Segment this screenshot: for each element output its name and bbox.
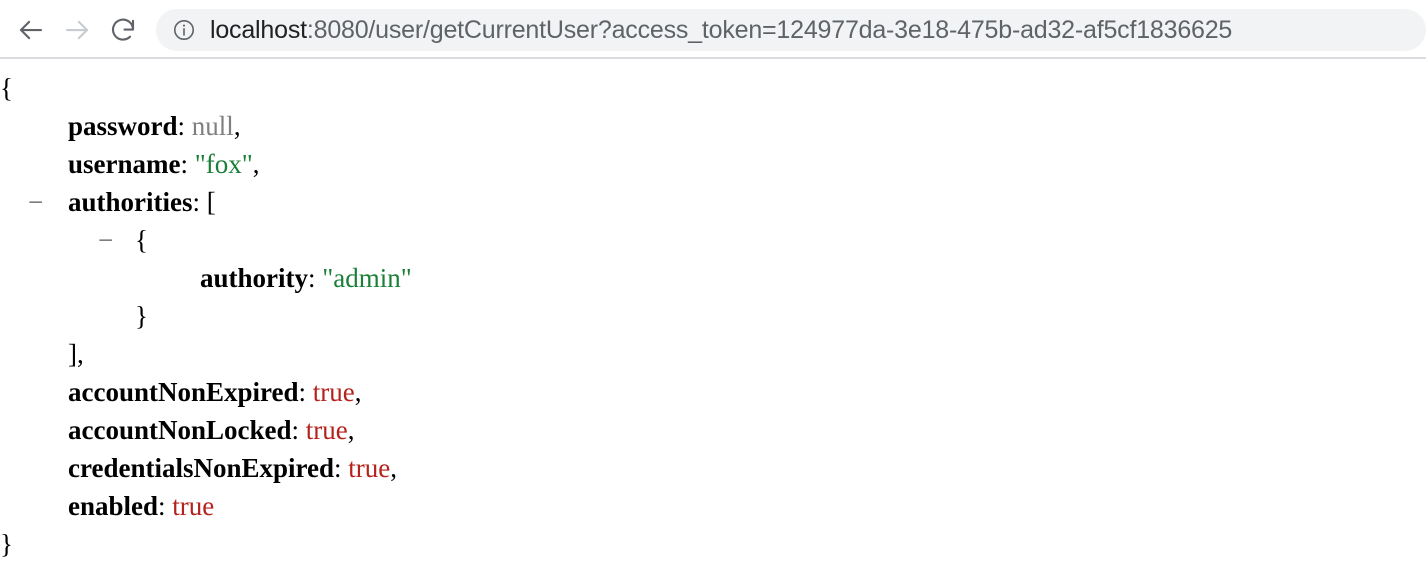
json-line: −{ xyxy=(0,221,1426,259)
json-collapse-toggle-icon[interactable]: − xyxy=(98,221,113,259)
json-line-content: } xyxy=(0,525,13,563)
site-info-icon[interactable] xyxy=(172,18,196,42)
json-punctuation: , xyxy=(347,415,355,445)
reload-icon xyxy=(108,15,138,45)
json-brace: } xyxy=(0,529,13,559)
json-punctuation: , xyxy=(77,339,84,369)
json-key: authority xyxy=(200,263,308,293)
json-punctuation: , xyxy=(390,453,398,483)
json-key: accountNonExpired xyxy=(68,377,299,407)
json-brace: ] xyxy=(68,339,77,369)
json-brace: } xyxy=(135,301,148,331)
json-punctuation: : xyxy=(298,377,313,407)
json-brace: [ xyxy=(206,187,216,217)
arrow-right-icon xyxy=(62,15,92,45)
json-line-content: credentialsNonExpired: true, xyxy=(68,449,397,487)
json-line: password: null, xyxy=(0,107,1426,145)
forward-button[interactable] xyxy=(54,7,100,53)
json-brace: { xyxy=(0,73,13,103)
json-boolean-value: true xyxy=(172,491,215,521)
json-key: password xyxy=(68,111,178,141)
json-line-content: { xyxy=(135,221,148,259)
json-response-viewer: {password: null, username: "fox", − authori… xyxy=(0,59,1426,563)
json-key: accountNonLocked xyxy=(68,415,292,445)
json-line-content: authority: "admin" xyxy=(200,259,412,297)
arrow-left-icon xyxy=(16,15,46,45)
json-punctuation: , xyxy=(252,149,260,179)
json-line-content: accountNonLocked: true, xyxy=(68,411,355,449)
json-string-value: "fox" xyxy=(194,149,253,179)
json-punctuation: : xyxy=(177,111,192,141)
json-punctuation: : xyxy=(180,149,195,179)
reload-button[interactable] xyxy=(100,7,146,53)
json-key: enabled xyxy=(68,491,159,521)
json-line-content: accountNonExpired: true, xyxy=(68,373,362,411)
address-bar-url: localhost:8080/user/getCurrentUser?acces… xyxy=(210,9,1232,51)
json-line: − authorities: [ xyxy=(0,183,1426,221)
json-line-content: } xyxy=(135,297,148,335)
json-punctuation: , xyxy=(354,377,362,407)
json-line: accountNonExpired: true, xyxy=(0,373,1426,411)
json-collapse-toggle-icon[interactable]: − xyxy=(28,183,43,221)
url-path: :8080/user/getCurrentUser?access_token=1… xyxy=(306,15,1233,44)
json-null-value: null xyxy=(191,111,234,141)
json-key: username xyxy=(68,149,181,179)
json-line-content: password: null, xyxy=(68,107,241,145)
address-bar[interactable]: localhost:8080/user/getCurrentUser?acces… xyxy=(156,8,1426,51)
json-line: credentialsNonExpired: true, xyxy=(0,449,1426,487)
json-boolean-value: true xyxy=(312,377,355,407)
json-line: { xyxy=(0,69,1426,107)
json-line: username: "fox", xyxy=(0,145,1426,183)
json-punctuation: : xyxy=(291,415,306,445)
json-line: authority: "admin" xyxy=(0,259,1426,297)
json-line-content: authorities: [ xyxy=(68,183,216,221)
json-brace: { xyxy=(135,225,148,255)
json-punctuation: : xyxy=(334,453,349,483)
json-line: } xyxy=(0,297,1426,335)
browser-toolbar: localhost:8080/user/getCurrentUser?acces… xyxy=(0,0,1426,59)
url-host: localhost xyxy=(210,15,307,44)
json-line: enabled: true xyxy=(0,487,1426,525)
json-line: } xyxy=(0,525,1426,563)
json-key: credentialsNonExpired xyxy=(68,453,335,483)
json-punctuation: : xyxy=(308,263,323,293)
json-punctuation: : xyxy=(192,187,207,217)
json-line-content: { xyxy=(0,69,13,107)
json-line-content: enabled: true xyxy=(68,487,214,525)
json-punctuation: : xyxy=(158,491,173,521)
json-key: authorities xyxy=(68,187,193,217)
back-button[interactable] xyxy=(8,7,54,53)
json-boolean-value: true xyxy=(348,453,391,483)
json-boolean-value: true xyxy=(305,415,348,445)
json-line: ], xyxy=(0,335,1426,373)
json-line-content: ], xyxy=(68,335,84,373)
json-string-value: "admin" xyxy=(322,263,412,293)
json-punctuation: , xyxy=(233,111,241,141)
json-line-content: username: "fox", xyxy=(68,145,260,183)
json-line: accountNonLocked: true, xyxy=(0,411,1426,449)
